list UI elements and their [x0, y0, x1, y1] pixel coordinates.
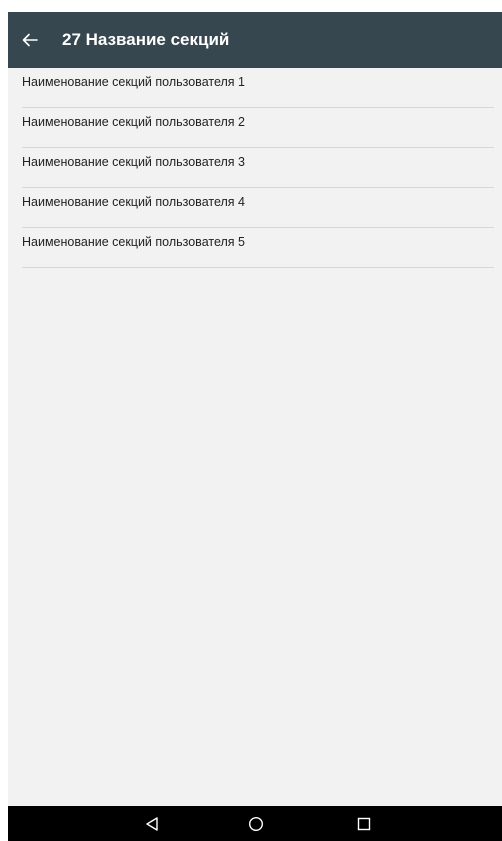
page-title: 27 Название секций: [62, 30, 230, 49]
arrow-left-icon: [22, 33, 38, 47]
nav-back-button[interactable]: [132, 806, 172, 841]
nav-back-triangle-icon: [146, 816, 158, 831]
nav-recents-square-icon: [357, 817, 371, 830]
nav-recents-button[interactable]: [344, 806, 384, 841]
app-screen: 27 Название секций Наименование секций п…: [8, 12, 502, 841]
app-bar: 27 Название секций: [8, 12, 502, 68]
nav-home-button[interactable]: [236, 806, 276, 841]
back-button[interactable]: [8, 12, 52, 68]
system-nav-bar: [8, 806, 502, 841]
device-frame: 27 Название секций Наименование секций п…: [0, 0, 502, 841]
list-item-section-5[interactable]: Наименование секций пользователя 5: [22, 228, 494, 268]
sections-list: Наименование секций пользователя 1 Наиме…: [22, 68, 494, 268]
nav-home-circle-icon: [248, 816, 264, 831]
list-item-section-3[interactable]: Наименование секций пользователя 3: [22, 148, 494, 188]
list-item-section-2[interactable]: Наименование секций пользователя 2: [22, 108, 494, 148]
list-item-section-4[interactable]: Наименование секций пользователя 4: [22, 188, 494, 228]
list-item-section-1[interactable]: Наименование секций пользователя 1: [22, 68, 494, 108]
